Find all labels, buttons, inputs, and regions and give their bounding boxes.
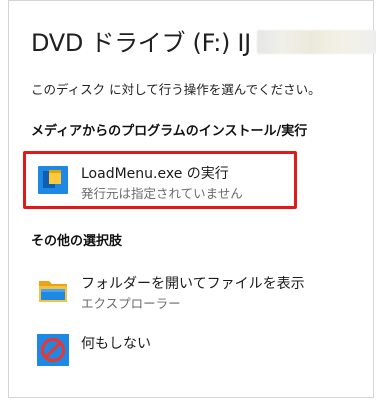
take-no-action-label: 何もしない — [81, 336, 151, 352]
run-option-label: LoadMenu.exe の実行 — [81, 166, 229, 182]
no-action-icon — [37, 334, 69, 366]
autoplay-dialog: DVD ドライブ (F:) IJ このディスク に対して行う操作を選んでください… — [8, 0, 376, 398]
run-option-publisher: 発行元は指定されていません — [81, 186, 243, 201]
dialog-prompt: このディスク に対して行う操作を選んでください。 — [31, 82, 321, 97]
section-heading-other: その他の選択肢 — [31, 234, 123, 249]
title-row: DVD ドライブ (F:) IJ — [31, 23, 376, 58]
section-heading-install: メディアからのプログラムのインストール/実行 — [31, 124, 308, 139]
open-folder-option[interactable]: フォルダーを開いてファイルを表示 エクスプローラー — [23, 261, 305, 319]
redacted-volume-label — [256, 30, 376, 54]
dialog-title: DVD ドライブ (F:) IJ — [31, 29, 251, 57]
folder-icon — [37, 274, 69, 306]
open-folder-app: エクスプローラー — [81, 296, 181, 311]
app-window-icon — [37, 164, 69, 196]
run-loadmenu-option[interactable]: LoadMenu.exe の実行 発行元は指定されていません — [23, 151, 297, 209]
open-folder-label: フォルダーを開いてファイルを表示 — [81, 276, 305, 292]
take-no-action-option[interactable]: 何もしない — [23, 321, 297, 379]
